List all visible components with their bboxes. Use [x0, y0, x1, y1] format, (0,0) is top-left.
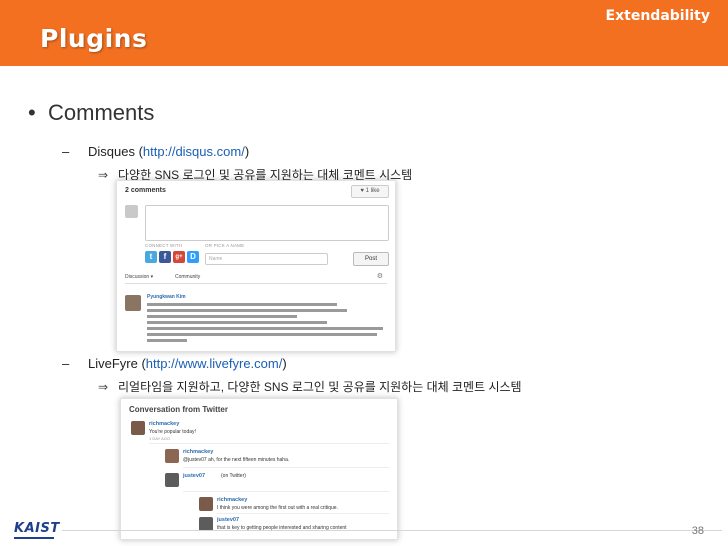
comment-separator — [183, 467, 389, 468]
bullet-comments: • Comments — [28, 100, 154, 126]
sub-name: Disques ( — [88, 144, 143, 159]
avatar — [199, 497, 213, 511]
page-number: 38 — [691, 525, 704, 537]
comment-time: 1 DAY AGO — [149, 436, 170, 441]
comment-text-line — [147, 315, 297, 318]
comment-text-line — [147, 321, 327, 324]
avatar — [199, 517, 213, 531]
slide-header: Extendability Plugins — [0, 0, 728, 66]
comment-text-line — [147, 303, 337, 306]
comment-author: richmackey — [217, 497, 248, 503]
avatar — [131, 421, 145, 435]
disqus-link[interactable]: http://disqus.com/ — [143, 144, 245, 159]
sub-close: ) — [244, 144, 250, 159]
comment-textbox[interactable] — [145, 205, 389, 241]
commenter-name: Pyungkwan Kim — [147, 294, 186, 300]
like-button[interactable]: ♥ 1 like — [351, 185, 389, 198]
avatar — [125, 205, 138, 218]
implies-arrow: ⇒ — [98, 168, 109, 182]
pick-name-label: OR PICK A NAME — [205, 243, 245, 248]
comment-author: richmackey — [183, 449, 214, 455]
disqus-icon[interactable]: D — [187, 251, 199, 263]
avatar — [165, 449, 179, 463]
facebook-icon[interactable]: f — [159, 251, 171, 263]
comment-text-line — [147, 309, 347, 312]
footer-divider — [62, 530, 722, 531]
sub-close: ) — [282, 356, 287, 371]
comment-author: justev07 — [217, 517, 240, 523]
livefyre-screenshot: Conversation from Twitter richmackey You… — [120, 398, 398, 540]
avatar — [165, 473, 179, 487]
comment-text: You're popular today! — [149, 429, 196, 435]
comment-text: I think you were among the first out wit… — [217, 505, 338, 511]
comment-separator — [183, 491, 389, 492]
slide-title: Plugins — [40, 24, 148, 53]
commenter-avatar — [125, 295, 141, 311]
comment-count: 2 comments — [125, 187, 166, 194]
desc-text: 리얼타임을 지원하고, 다양한 SNS 로그인 및 공유를 지원하는 대체 코멘… — [118, 380, 522, 394]
comment-separator — [217, 513, 389, 514]
kaist-logo: KAIST — [14, 521, 60, 536]
comment-text: (on Twitter) — [221, 473, 246, 479]
discussion-tabs: Discussion ▾ Community ⚙ — [125, 273, 387, 284]
connect-label: CONNECT WITH — [145, 243, 183, 248]
logo-underline — [14, 537, 54, 539]
gear-icon[interactable]: ⚙ — [377, 272, 383, 280]
comment-text-line — [147, 333, 377, 336]
comment-text-line — [147, 339, 187, 342]
sub-item-livefyre: – LiveFyre (http://www.livefyre.com/) — [62, 356, 287, 371]
desc-livefyre: ⇒ 리얼타임을 지원하고, 다양한 SNS 로그인 및 공유를 지원하는 대체 코… — [98, 378, 522, 395]
comment-text-line — [147, 327, 383, 330]
tab-community[interactable]: Community — [175, 274, 200, 280]
comment-text: @justev07 ah, for the next fifteen minut… — [183, 457, 290, 463]
comment-separator — [149, 443, 389, 444]
sub-dash: – — [62, 356, 70, 371]
google-plus-icon[interactable]: g+ — [173, 251, 185, 263]
tab-discussion[interactable]: Discussion ▾ — [125, 274, 153, 280]
post-button[interactable]: Post — [353, 252, 389, 266]
twitter-icon[interactable]: t — [145, 251, 157, 263]
livefyre-link[interactable]: http://www.livefyre.com/ — [146, 356, 283, 371]
comment-author: richmackey — [149, 421, 180, 427]
conversation-title: Conversation from Twitter — [129, 405, 228, 414]
sub-name: LiveFyre ( — [88, 356, 146, 371]
bullet-dot: • — [28, 100, 36, 125]
bullet-label: Comments — [48, 100, 155, 125]
name-input[interactable]: Name — [205, 253, 328, 265]
disqus-screenshot: 2 comments ♥ 1 like CONNECT WITH OR PICK… — [116, 180, 396, 352]
section-tag: Extendability — [605, 8, 710, 24]
sub-item-disqus: – Disques (http://disqus.com/) — [62, 144, 249, 159]
comment-author: justev07 — [183, 473, 206, 479]
sub-dash: – — [62, 144, 70, 159]
implies-arrow: ⇒ — [98, 380, 109, 394]
